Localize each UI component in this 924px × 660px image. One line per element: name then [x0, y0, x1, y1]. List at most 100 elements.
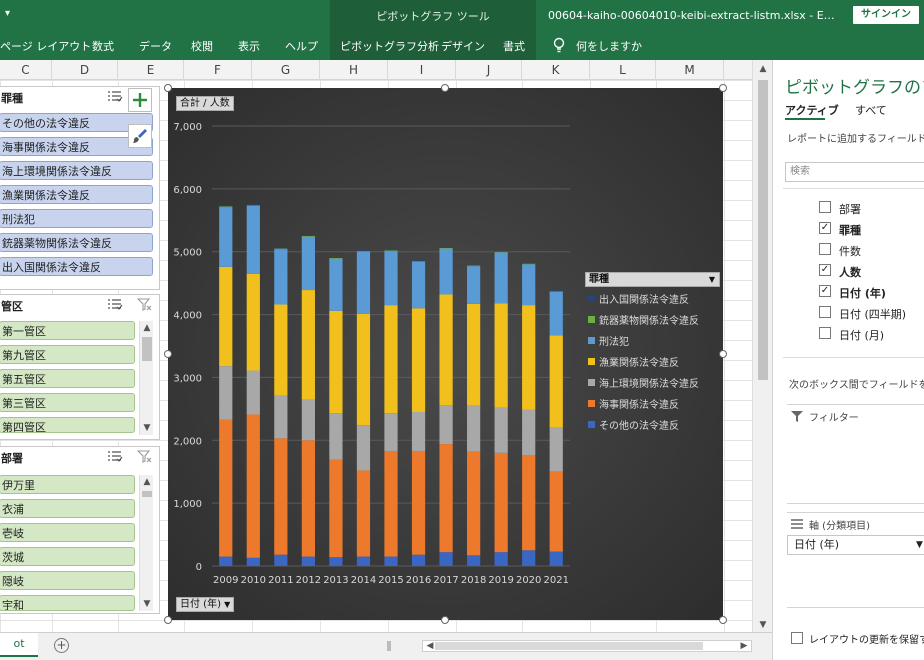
column-header[interactable]: L [590, 60, 656, 80]
bar-segment[interactable] [356, 250, 371, 252]
bar-segment[interactable] [411, 450, 426, 555]
bar-segment[interactable] [329, 459, 343, 558]
legend-item[interactable]: 海上環境関係法令違反 [585, 371, 720, 392]
bar-segment[interactable] [494, 452, 508, 553]
legend-item[interactable]: 出入国関係法令違反 [585, 287, 720, 308]
bar-segment[interactable] [246, 414, 260, 558]
resize-handle[interactable] [719, 616, 727, 624]
chart-legend[interactable]: 罪種 ▼ 出入国関係法令違反 銃器薬物関係法令違反 刑法犯 漁業関係法令違反 海上環境関… [585, 272, 720, 434]
tab-all[interactable]: すべて [855, 102, 887, 118]
legend-item[interactable]: その他の法令違反 [585, 413, 720, 434]
column-header[interactable]: G [252, 60, 320, 80]
tab-design[interactable]: デザイン [441, 38, 485, 54]
bar-segment[interactable] [356, 251, 371, 314]
slicer-item[interactable]: 刑法犯 [0, 209, 153, 228]
clear-filter-icon[interactable] [137, 450, 153, 464]
scroll-thumb[interactable] [435, 642, 703, 650]
bar-segment[interactable] [246, 205, 260, 206]
slicer-item[interactable]: 隠岐 [0, 571, 135, 590]
bar-segment[interactable] [549, 335, 563, 428]
checkbox[interactable] [819, 201, 831, 213]
resize-handle[interactable] [441, 616, 449, 624]
bar-segment[interactable] [522, 263, 536, 265]
bar-segment[interactable] [411, 554, 426, 566]
bar-segment[interactable] [522, 455, 536, 551]
bar-segment[interactable] [384, 413, 398, 451]
slicer-item[interactable]: 第四管区 [0, 417, 135, 433]
bar-segment[interactable] [439, 552, 453, 566]
bar-segment[interactable] [246, 557, 260, 566]
tab-splitter-icon[interactable] [386, 641, 392, 651]
filters-area[interactable]: フィルター [787, 404, 924, 504]
bar-segment[interactable] [522, 264, 536, 306]
bar-segment[interactable] [494, 251, 508, 253]
slicer-item[interactable]: 出入国関係法令違反 [0, 257, 153, 276]
bar-segment[interactable] [274, 247, 288, 249]
bar-segment[interactable] [356, 470, 371, 557]
tab-data[interactable]: データ [139, 38, 172, 54]
scroll-thumb[interactable] [142, 337, 152, 361]
checkbox[interactable] [791, 632, 803, 644]
legend-item[interactable]: 銃器薬物関係法令違反 [585, 308, 720, 329]
bar-segment[interactable] [246, 205, 260, 274]
bar-segment[interactable] [219, 206, 233, 208]
bar-segment[interactable] [219, 205, 233, 207]
bar-segment[interactable] [274, 554, 288, 566]
slicer-item[interactable]: 第一管区 [0, 321, 135, 340]
scroll-down-icon[interactable]: ▼ [756, 618, 770, 632]
add-sheet-icon[interactable]: + [54, 638, 69, 653]
checkbox-checked[interactable]: ✓ [819, 285, 831, 297]
slicer-item[interactable]: 衣浦 [0, 499, 135, 518]
bar-segment[interactable] [522, 263, 536, 264]
bar-segment[interactable] [329, 258, 343, 311]
bar-segment[interactable] [384, 249, 398, 251]
bar-segment[interactable] [411, 308, 426, 412]
add-chart-element-button[interactable] [128, 88, 152, 112]
scroll-thumb[interactable] [758, 80, 768, 380]
bar-segment[interactable] [467, 266, 481, 304]
bar-segment[interactable] [439, 247, 453, 248]
column-header[interactable]: K [522, 60, 590, 80]
signin-button[interactable]: サインイン [853, 6, 919, 24]
column-header[interactable]: J [456, 60, 522, 80]
axis-area[interactable]: 軸 (分類項目) [787, 512, 924, 608]
bar-segment[interactable] [356, 425, 371, 471]
slicer-scrollbar[interactable]: ▲ ▼ [139, 321, 153, 435]
bar-segment[interactable] [549, 290, 563, 292]
pivot-chart[interactable]: 0 1,000 2,000 3,000 4,000 5,000 6,000 7,000 2009… [168, 88, 723, 620]
bar-segment[interactable] [549, 471, 563, 552]
column-header[interactable]: C [0, 60, 52, 80]
resize-handle[interactable] [164, 84, 172, 92]
bar-segment[interactable] [329, 413, 343, 460]
chart-styles-button[interactable] [128, 124, 152, 148]
bar-segment[interactable] [274, 438, 288, 555]
sheet-tab[interactable]: ot [0, 633, 38, 657]
bar-segment[interactable] [384, 250, 398, 252]
legend-item[interactable]: 漁業関係法令違反 [585, 350, 720, 371]
bar-segment[interactable] [439, 294, 453, 406]
slicer-item[interactable]: 漁業関係法令違反 [0, 185, 153, 204]
tab-view[interactable]: 表示 [238, 38, 260, 54]
field-search-input[interactable]: 検索 [785, 162, 924, 182]
bar-segment[interactable] [439, 405, 453, 445]
column-header[interactable]: E [118, 60, 184, 80]
column-header[interactable]: I [388, 60, 456, 80]
tab-format[interactable]: 書式 [503, 38, 525, 54]
bar-segment[interactable] [467, 555, 481, 566]
bar-segment[interactable] [274, 248, 288, 250]
bar-segment[interactable] [301, 236, 315, 237]
clear-filter-icon[interactable] [137, 298, 153, 312]
tab-active[interactable]: アクティブ [785, 102, 839, 118]
legend-item[interactable]: 海事関係法令違反 [585, 392, 720, 413]
slicer-district[interactable]: 管区 第一管区 第九管区 第五管区 第三管区 第四管区 ▲ ▼ [0, 294, 160, 440]
sheet-vertical-scrollbar[interactable]: ▲ ▼ [752, 60, 772, 634]
bar-segment[interactable] [411, 261, 426, 262]
bar-segment[interactable] [219, 207, 233, 267]
bar-segment[interactable] [522, 305, 536, 410]
tab-pivotchart-analyze[interactable]: ピボットグラフ分析 [340, 38, 439, 54]
bar-segment[interactable] [301, 556, 315, 566]
bar-segment[interactable] [329, 258, 343, 259]
bar-segment[interactable] [356, 556, 371, 566]
slicer-item[interactable]: 第三管区 [0, 393, 135, 412]
bar-segment[interactable] [384, 556, 398, 566]
